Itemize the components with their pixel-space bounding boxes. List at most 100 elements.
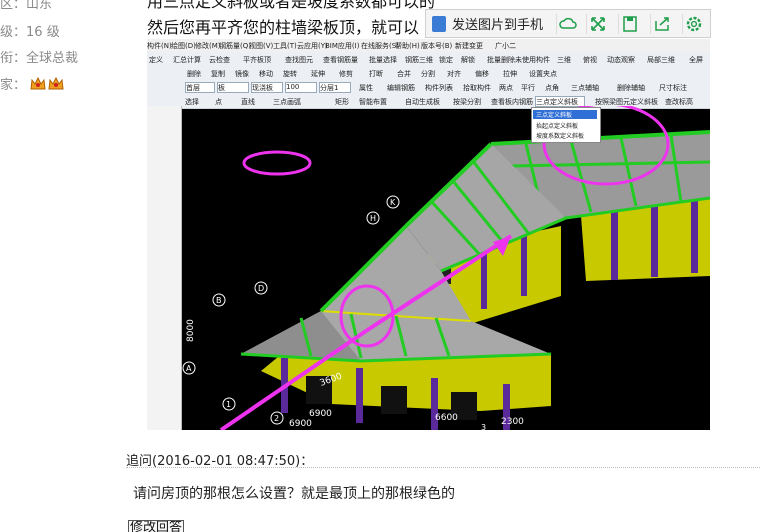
menu-item[interactable]: 工具(T) [273, 41, 297, 51]
menu-item[interactable]: 修改(M) [195, 41, 221, 51]
component-select[interactable]: 现浇板 [251, 82, 283, 93]
share-icon[interactable] [650, 14, 673, 34]
dim-label: 8000 [186, 319, 196, 342]
tool-trim[interactable]: 修剪 [339, 69, 353, 79]
axis-label: D [258, 284, 264, 293]
menu-item[interactable]: 在线服务(S) [361, 41, 399, 51]
user-expert: 家： [0, 74, 66, 93]
tool-set-grip[interactable]: 设置夹点 [529, 69, 557, 79]
tool-top-view[interactable]: 俯视 [583, 55, 597, 65]
user-level: 级：16 级 [0, 21, 60, 40]
tool-find[interactable]: 查找图元 [285, 55, 313, 65]
level-value: 16 级 [26, 25, 60, 40]
post-line-main: 然后您再平齐您的柱墙梁板顶，就可以 [147, 18, 420, 37]
region-value: 山东 [26, 0, 53, 12]
menu-item[interactable]: 广小二 [495, 41, 516, 51]
menu-item[interactable]: 视图(V) [249, 41, 273, 51]
tool-extend[interactable]: 延伸 [311, 69, 325, 79]
tool-merge[interactable]: 合并 [397, 69, 411, 79]
tool-break[interactable]: 打断 [369, 69, 383, 79]
tool-batch-select[interactable]: 批量选择 [369, 55, 397, 65]
menu-item[interactable]: 新建变更 [455, 41, 483, 51]
divider [126, 467, 760, 468]
menu-item[interactable]: 绘图(D) [171, 41, 196, 51]
tool-mirror[interactable]: 镜像 [235, 69, 249, 79]
dropdown-item-lift-point[interactable]: 抬起点定义斜板 [536, 121, 578, 130]
axis-label: 3 [481, 423, 486, 430]
expert-label: 家： [0, 78, 27, 93]
menu-item[interactable]: 版本号(B) [421, 41, 452, 51]
tool-stretch[interactable]: 拉伸 [503, 69, 517, 79]
user-region: 区：山东 [0, 0, 52, 12]
level-label: 级： [0, 25, 27, 40]
tool-edit-rebar[interactable]: 编辑钢筋 [387, 83, 415, 93]
menu-item[interactable]: 构件(N) [147, 41, 172, 51]
save-icon[interactable] [618, 14, 641, 34]
settings-icon[interactable] [682, 14, 705, 34]
tool-two-point[interactable]: 两点 [499, 83, 513, 93]
tool-rotate[interactable]: 旋转 [283, 69, 297, 79]
floor-select[interactable]: 首层 [185, 82, 215, 93]
tool-define[interactable]: 定义 [149, 55, 163, 65]
tool-split[interactable]: 分割 [421, 69, 435, 79]
thickness-select[interactable]: 100 [285, 82, 317, 93]
software-toolbar-3: 首层 板 现浇板 100 分层1 属性 编辑钢筋 构件列表 拾取构件 两点 平行… [147, 80, 710, 95]
menu-item[interactable]: 钢筋量(Q) [219, 41, 251, 51]
software-menubar: 构件(N) 绘图(D) 修改(M) 钢筋量(Q) 视图(V) 工具(T) 云应用… [147, 39, 710, 52]
tool-properties[interactable]: 属性 [359, 83, 373, 93]
tool-dimension[interactable]: 尺寸标注 [659, 83, 687, 93]
tool-unlock[interactable]: 解锁 [461, 55, 475, 65]
image-float-toolbar: 发送图片到手机 [425, 9, 711, 38]
tool-cloud-check[interactable]: 云检查 [209, 55, 230, 65]
tool-lock[interactable]: 锁定 [439, 55, 453, 65]
software-screenshot: 构件(N) 绘图(D) 修改(M) 钢筋量(Q) 视图(V) 工具(T) 云应用… [147, 39, 710, 430]
tool-delete[interactable]: 删除 [187, 69, 201, 79]
tool-flush-slab-top[interactable]: 平齐板顶 [243, 55, 271, 65]
tool-batch-delete[interactable]: 批量删除未使用构件 [487, 55, 550, 65]
dropdown-item-slope-factor[interactable]: 坡度系数定义斜板 [536, 131, 584, 140]
layer-select[interactable]: 分层1 [319, 82, 351, 93]
software-side-panel [147, 106, 182, 430]
axis-label: A [186, 364, 192, 373]
tool-component-list[interactable]: 构件列表 [425, 83, 453, 93]
cloud-icon[interactable] [556, 14, 579, 34]
tool-delete-axis[interactable]: 删除辅轴 [617, 83, 645, 93]
crown-icon [30, 77, 46, 90]
tool-summary[interactable]: 汇总计算 [173, 55, 201, 65]
tool-move[interactable]: 移动 [259, 69, 273, 79]
tool-point-angle[interactable]: 点角 [545, 83, 559, 93]
building-3d-view: 8000 3600 6900 6900 6600 2300 A B D H K … [182, 106, 710, 430]
menu-item[interactable]: BIM应用(I) [325, 41, 359, 51]
dim-label: 6900 [289, 419, 312, 429]
type-select[interactable]: 板 [217, 82, 249, 93]
tool-offset[interactable]: 偏移 [475, 69, 489, 79]
software-toolbar-1: 定义 汇总计算 云检查 平齐板顶 查找图元 查看钢筋量 批量选择 钢筋三维 锁定… [147, 52, 710, 67]
user-rank: 衔：全球总裁 [0, 47, 78, 66]
axis-label: 2 [274, 414, 279, 423]
software-toolbar-2: 删除 复制 镜像 移动 旋转 延伸 修剪 打断 合并 分割 对齐 偏移 拉伸 设… [147, 66, 710, 81]
tool-pick[interactable]: 拾取构件 [463, 83, 491, 93]
followup-body: 请问房顶的那根怎么设置？就是最顶上的那根绿色的 [133, 486, 455, 502]
tool-align[interactable]: 对齐 [447, 69, 461, 79]
dropdown-item-three-point[interactable]: 三点定义斜板 [533, 110, 597, 119]
tool-fullscreen[interactable]: 全屏 [689, 55, 703, 65]
tool-copy[interactable]: 复制 [211, 69, 225, 79]
edit-answer-button[interactable]: 修改回答 [128, 520, 185, 532]
tool-3d[interactable]: 三维 [557, 55, 571, 65]
tool-local-3d[interactable]: 局部三维 [647, 55, 675, 65]
region-label: 区： [0, 0, 27, 12]
tool-view-rebar[interactable]: 查看钢筋量 [323, 55, 358, 65]
dim-label: 6900 [309, 409, 332, 419]
expand-icon[interactable] [586, 14, 609, 34]
tool-parallel[interactable]: 平行 [521, 83, 535, 93]
tool-three-point-axis[interactable]: 三点辅轴 [571, 83, 599, 93]
send-to-phone-button[interactable]: 发送图片到手机 [432, 14, 543, 34]
crown-icon [48, 77, 64, 90]
slope-define-dropdown: 三点定义斜板 抬起点定义斜板 坡度系数定义斜板 [531, 107, 601, 143]
menu-item[interactable]: 帮助(H) [395, 41, 420, 51]
dim-label: 6600 [435, 413, 458, 423]
menu-item[interactable]: 云应用(Y) [297, 41, 328, 51]
tool-orbit[interactable]: 动态观察 [607, 55, 635, 65]
tool-rebar-3d[interactable]: 钢筋三维 [405, 55, 433, 65]
rank-value: 全球总裁 [26, 51, 79, 66]
